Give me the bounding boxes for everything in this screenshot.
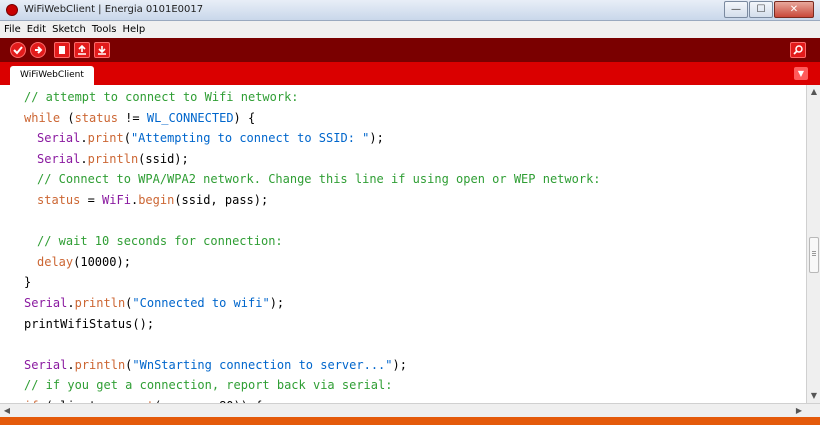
code-token: . bbox=[67, 357, 75, 372]
vertical-scrollbar[interactable]: ▲ ▼ bbox=[806, 85, 820, 403]
code-token: . bbox=[80, 131, 88, 146]
code-token: . bbox=[67, 295, 75, 310]
vertical-scroll-thumb[interactable] bbox=[809, 237, 819, 273]
verify-button[interactable] bbox=[10, 42, 26, 58]
menu-sketch[interactable]: Sketch bbox=[52, 24, 86, 35]
scroll-right-icon[interactable]: ▶ bbox=[794, 406, 804, 416]
menu-help[interactable]: Help bbox=[122, 24, 145, 35]
code-line: // if you get a connection, report back … bbox=[24, 375, 601, 396]
minimize-button[interactable]: — bbox=[724, 1, 748, 18]
code-token: // attempt to connect to Wifi network: bbox=[24, 90, 299, 104]
code-token: "WnStarting connection to server..." bbox=[132, 357, 393, 372]
code-token: = bbox=[80, 192, 103, 207]
check-icon bbox=[13, 46, 23, 55]
menu-tools[interactable]: Tools bbox=[92, 24, 117, 35]
code-line: Serial.println("Connected to wifi"); bbox=[24, 293, 601, 314]
code-token: (10000); bbox=[73, 254, 131, 269]
code-token: ); bbox=[392, 357, 407, 372]
code-token: != bbox=[117, 110, 147, 125]
code-token: begin bbox=[138, 192, 175, 207]
code-token: printWifiStatus(); bbox=[24, 316, 155, 331]
upload-button[interactable] bbox=[30, 42, 46, 58]
toolbar bbox=[0, 38, 820, 62]
save-button[interactable] bbox=[94, 42, 110, 58]
maximize-button[interactable]: ☐ bbox=[749, 1, 773, 18]
code-token: status bbox=[37, 192, 81, 207]
code-line: // wait 10 seconds for connection: bbox=[24, 231, 601, 252]
save-arrow-icon bbox=[98, 46, 106, 55]
code-token: // wait 10 seconds for connection: bbox=[37, 234, 283, 249]
code-token: Serial bbox=[37, 151, 81, 166]
horizontal-scrollbar[interactable]: ◀ ▶ bbox=[0, 403, 820, 417]
code-token: (ssid, pass); bbox=[174, 192, 269, 207]
new-button[interactable] bbox=[54, 42, 70, 58]
tab-bar: WiFiWebClient ▼ bbox=[0, 62, 820, 85]
code-token: println bbox=[87, 151, 139, 166]
code-token: status bbox=[74, 110, 118, 125]
code-line: Serial.println(ssid); bbox=[24, 149, 601, 170]
open-arrow-icon bbox=[78, 45, 86, 55]
code-token: Serial bbox=[37, 131, 81, 146]
status-bar bbox=[0, 417, 820, 425]
code-line: Serial.println("WnStarting connection to… bbox=[24, 355, 601, 376]
code-line: // Connect to WPA/WPA2 network. Change t… bbox=[24, 169, 601, 190]
energia-app-icon bbox=[6, 4, 18, 16]
code-token: WiFi bbox=[102, 192, 131, 207]
code-line: Serial.print("Attempting to connect to S… bbox=[24, 128, 601, 149]
code-line: delay(10000); bbox=[24, 252, 601, 273]
right-arrow-icon bbox=[35, 46, 43, 54]
code-token: Serial bbox=[24, 357, 68, 372]
code-token: while bbox=[24, 110, 61, 125]
close-button[interactable]: ✕ bbox=[774, 1, 814, 18]
code-line: status = WiFi.begin(ssid, pass); bbox=[24, 190, 601, 211]
code-token: // if you get a connection, report back … bbox=[24, 378, 393, 393]
scroll-down-icon[interactable]: ▼ bbox=[809, 391, 819, 401]
code-line: printWifiStatus(); bbox=[24, 314, 601, 335]
scroll-left-icon[interactable]: ◀ bbox=[2, 406, 12, 416]
code-token: WL_CONNECTED bbox=[146, 110, 234, 125]
code-token: println bbox=[74, 295, 126, 310]
code-token: print bbox=[87, 131, 124, 146]
new-file-icon bbox=[59, 46, 65, 54]
code-token: ); bbox=[269, 295, 285, 310]
code-token: ); bbox=[369, 131, 384, 146]
code-token: Serial bbox=[24, 295, 68, 310]
code-token: ( bbox=[60, 110, 75, 125]
menu-edit[interactable]: Edit bbox=[27, 24, 46, 35]
code-token: . bbox=[80, 151, 88, 166]
code-token: ( bbox=[123, 131, 131, 146]
code-token: "Connected to wifi" bbox=[132, 295, 270, 310]
code-token: (ssid); bbox=[138, 151, 189, 166]
window-title: WiFiWebClient | Energia 0101E0017 bbox=[24, 4, 204, 15]
code-token: } bbox=[24, 275, 32, 290]
code-line: // attempt to connect to Wifi network: bbox=[24, 87, 601, 108]
menu-file[interactable]: File bbox=[4, 24, 21, 35]
open-button[interactable] bbox=[74, 42, 90, 58]
scroll-up-icon[interactable]: ▲ bbox=[809, 87, 819, 97]
code-editor[interactable]: // attempt to connect to Wifi network: wh… bbox=[0, 85, 806, 403]
menu-bar: File Edit Sketch Tools Help bbox=[0, 21, 820, 38]
code-token: "Attempting to connect to SSID: " bbox=[130, 131, 370, 146]
code-line: if (client.connect(server, 80)) { bbox=[24, 396, 601, 403]
window-controls: — ☐ ✕ bbox=[724, 1, 814, 18]
tab-wifiwebclient[interactable]: WiFiWebClient bbox=[10, 66, 94, 85]
code-token: ) { bbox=[233, 110, 256, 125]
code-line: while (status != WL_CONNECTED) { bbox=[24, 108, 601, 129]
code-token: // Connect to WPA/WPA2 network. Change t… bbox=[37, 172, 601, 187]
code-token: println bbox=[74, 357, 126, 372]
magnifier-icon bbox=[793, 45, 803, 55]
serial-monitor-button[interactable] bbox=[790, 42, 806, 58]
code-line: } bbox=[24, 272, 601, 293]
code-token: delay bbox=[37, 254, 74, 269]
code-lines: // attempt to connect to Wifi network: wh… bbox=[24, 87, 601, 403]
title-bar: WiFiWebClient | Energia 0101E0017 — ☐ ✕ bbox=[0, 0, 820, 21]
tab-menu-button[interactable]: ▼ bbox=[794, 67, 808, 80]
